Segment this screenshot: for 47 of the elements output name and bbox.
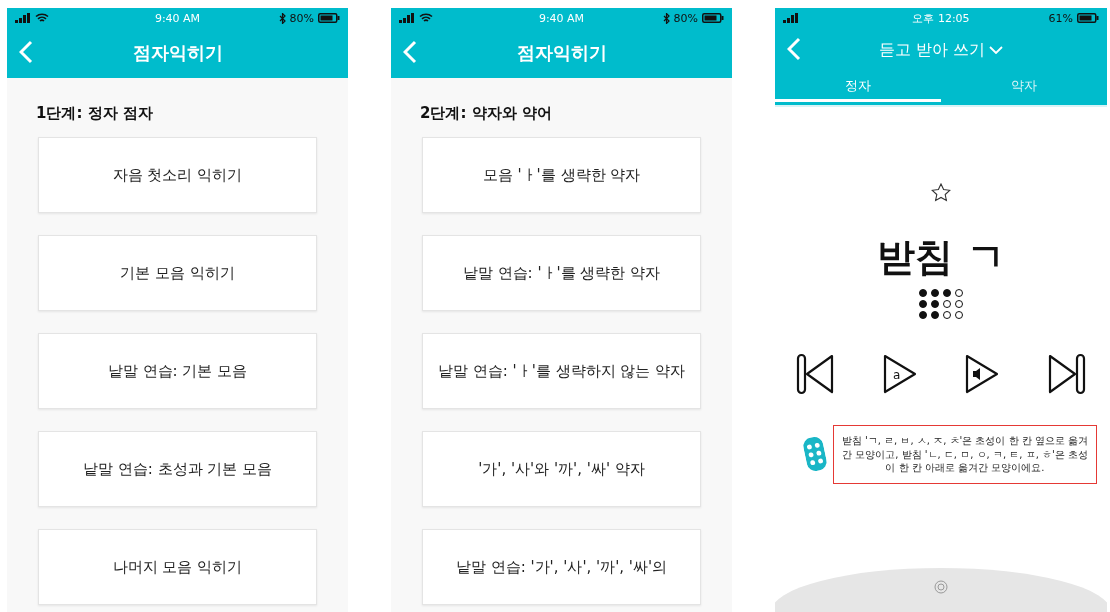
lesson-card[interactable]: 모음 'ㅏ'를 생략한 약자 bbox=[422, 137, 701, 213]
chevron-down-icon[interactable] bbox=[989, 46, 1004, 54]
lesson-card[interactable]: 기본 모음 익히기 bbox=[38, 235, 317, 311]
target-icon[interactable] bbox=[934, 580, 948, 594]
lesson-card[interactable]: 낱말 연습: 초성과 기본 모음 bbox=[38, 431, 317, 507]
lesson-card[interactable]: 낱말 연습: 기본 모음 bbox=[38, 333, 317, 409]
status-time: 9:40 AM bbox=[154, 11, 201, 25]
lesson-card[interactable]: 자음 첫소리 익히기 bbox=[38, 137, 317, 213]
star-icon[interactable] bbox=[931, 183, 951, 202]
lesson-card[interactable]: 낱말 연습: '가', '사', '까', '싸'의 bbox=[422, 529, 701, 605]
battery-percent: 80% bbox=[673, 11, 698, 25]
status-time: 9:40 AM bbox=[538, 11, 585, 25]
lesson-card[interactable]: 낱말 연습: 'ㅏ'를 생략하지 않는 약자 bbox=[422, 333, 701, 409]
back-icon bbox=[787, 37, 801, 61]
section-heading: 1단계: 정자 점자 bbox=[36, 104, 154, 123]
battery-percent: 61% bbox=[1048, 11, 1073, 25]
back-icon bbox=[403, 40, 417, 64]
wifi-icon bbox=[419, 13, 433, 23]
signal-icon bbox=[15, 13, 31, 23]
battery-icon bbox=[1077, 13, 1099, 23]
braille-dots bbox=[919, 289, 963, 319]
screen-title: 점자익히기 bbox=[516, 41, 607, 65]
battery-icon bbox=[318, 13, 340, 23]
lesson-card[interactable]: 나머지 모음 익히기 bbox=[38, 529, 317, 605]
lesson-card[interactable]: '가', '사'와 '까', '싸' 약자 bbox=[422, 431, 701, 507]
bluetooth-icon bbox=[278, 12, 286, 24]
braille-word: 받침 ㄱ bbox=[877, 234, 1005, 281]
battery-percent: 80% bbox=[289, 11, 314, 25]
back-button[interactable] bbox=[19, 40, 33, 64]
skip-previous-button[interactable] bbox=[796, 353, 836, 395]
screen-title: 점자익히기 bbox=[132, 41, 223, 65]
signal-icon bbox=[399, 13, 415, 23]
skip-next-button[interactable] bbox=[1046, 353, 1086, 395]
back-button[interactable] bbox=[787, 37, 801, 61]
back-button[interactable] bbox=[403, 40, 417, 64]
section-heading: 2단계: 약자와 약어 bbox=[420, 104, 553, 123]
battery-icon bbox=[702, 13, 724, 23]
play-letter-button[interactable]: a bbox=[882, 353, 918, 395]
wifi-icon bbox=[35, 13, 49, 23]
bluetooth-icon bbox=[662, 12, 670, 24]
status-time: 오후 12:05 bbox=[912, 10, 970, 26]
lesson-card[interactable]: 낱말 연습: 'ㅏ'를 생략한 약자 bbox=[422, 235, 701, 311]
signal-icon bbox=[783, 13, 799, 23]
back-icon bbox=[19, 40, 33, 64]
screen-title: 듣고 받아 쓰기 bbox=[878, 39, 986, 61]
play-sound-button[interactable] bbox=[964, 353, 1000, 395]
hint-text: 받침 'ㄱ, ㄹ, ㅂ, ㅅ, ㅈ, ㅊ'은 초성이 한 칸 옆으로 옮겨간 모양이고, 받침 'ㄴ, ㄷ, ㅁ, ㅇ, ㅋ, ㅌ, ㅍ, ㅎ'은 초성이 한 칸 아래로 옮겨간 모양이에요. bbox=[833, 425, 1097, 484]
